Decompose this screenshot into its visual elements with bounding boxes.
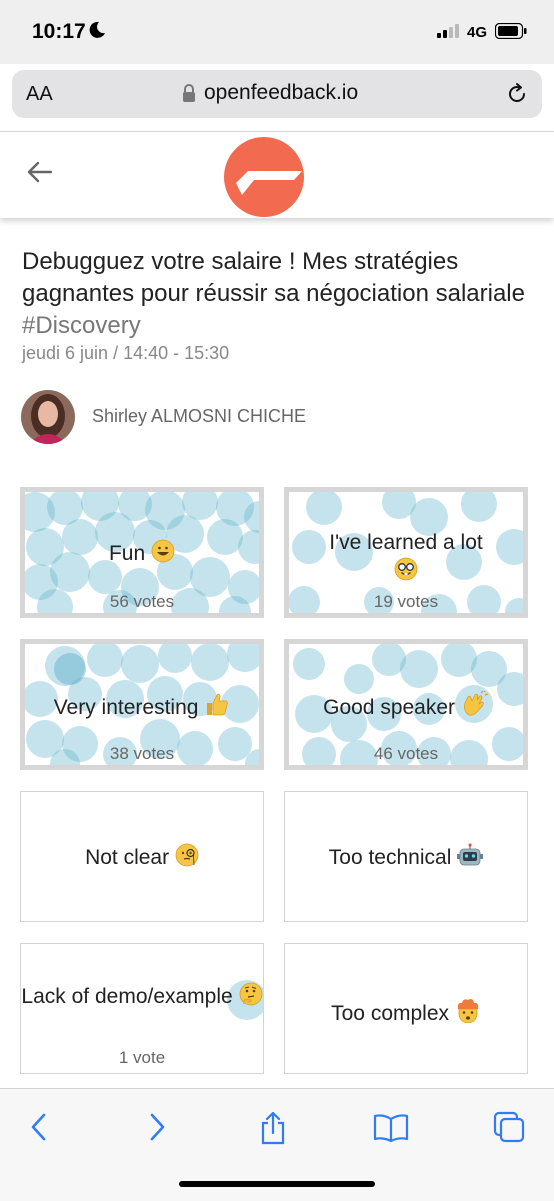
vote-label: Not clear: [85, 846, 170, 869]
vote-card-too-complex[interactable]: Too complex: [284, 943, 528, 1074]
exploding-head-icon: [457, 999, 479, 1023]
signal-icon: [437, 24, 459, 38]
vote-card-not-clear[interactable]: Not clear: [20, 791, 264, 922]
vote-label: Fun: [108, 542, 146, 565]
vote-label: Good speaker: [323, 696, 456, 719]
lock-icon: [183, 84, 195, 102]
vote-count: 1 vote: [118, 1048, 166, 1067]
vote-card-good-speaker[interactable]: Good speaker 46 votes: [284, 639, 528, 770]
openfeedback-logo[interactable]: [222, 135, 306, 219]
back-icon[interactable]: [28, 1111, 50, 1143]
vote-card-lack-of-demo[interactable]: Lack of demo/example 1 vote: [20, 943, 264, 1074]
vote-card-too-technical[interactable]: Too technical: [284, 791, 528, 922]
nerd-face-icon: [394, 557, 418, 581]
vote-count: 46 votes: [373, 744, 439, 763]
back-arrow-icon[interactable]: [26, 160, 54, 184]
session-title-text: Debugguez votre salaire ! Mes stratégies…: [22, 248, 525, 307]
clock: 10:17: [32, 20, 86, 43]
bookmarks-icon[interactable]: [373, 1113, 409, 1143]
face-with-monocle-icon: [175, 843, 199, 867]
avatar: [21, 390, 75, 444]
session-tag: #Discovery: [22, 312, 141, 339]
tabs-icon[interactable]: [493, 1111, 525, 1143]
vote-card-fun[interactable]: Fun 56 votes: [20, 487, 264, 618]
clapping-hands-icon: [463, 691, 489, 716]
vote-card-learned[interactable]: I've learned a lot 19 votes: [284, 487, 528, 618]
share-icon[interactable]: [258, 1111, 288, 1145]
vote-label: I've learned a lot: [329, 531, 483, 554]
thinking-face-icon: [239, 982, 262, 1006]
vote-label: Too technical: [328, 846, 452, 869]
app-header: [0, 132, 554, 218]
session-date: jeudi 6 juin / 14:40 - 15:30: [22, 343, 230, 363]
robot-icon: [457, 843, 484, 866]
vote-count: 19 votes: [373, 592, 439, 611]
session-title: Debugguez votre salaire ! Mes stratégies…: [22, 246, 532, 342]
home-indicator[interactable]: [179, 1181, 375, 1187]
url-domain[interactable]: openfeedback.io: [204, 81, 358, 105]
network-type: 4G: [467, 24, 488, 41]
battery-icon: [495, 23, 527, 39]
moon-icon: [89, 21, 105, 38]
thumbs-up-icon: [207, 693, 229, 716]
reload-icon[interactable]: [505, 82, 529, 106]
vote-card-interesting[interactable]: Very interesting 38 votes: [20, 639, 264, 770]
reader-settings-button[interactable]: AA: [26, 83, 53, 106]
status-bar: 10:17 4G: [0, 0, 554, 64]
vote-label: Very interesting: [53, 696, 199, 719]
address-bar[interactable]: AA openfeedback.io: [12, 70, 542, 118]
forward-icon[interactable]: [146, 1111, 168, 1143]
grinning-face-icon: [151, 539, 175, 563]
vote-label: Lack of demo/example: [21, 985, 233, 1008]
vote-label: Too complex: [331, 1002, 450, 1025]
vote-count: 38 votes: [109, 744, 175, 763]
vote-count: 56 votes: [109, 592, 175, 611]
speaker-name: Shirley ALMOSNI CHICHE: [92, 406, 307, 426]
